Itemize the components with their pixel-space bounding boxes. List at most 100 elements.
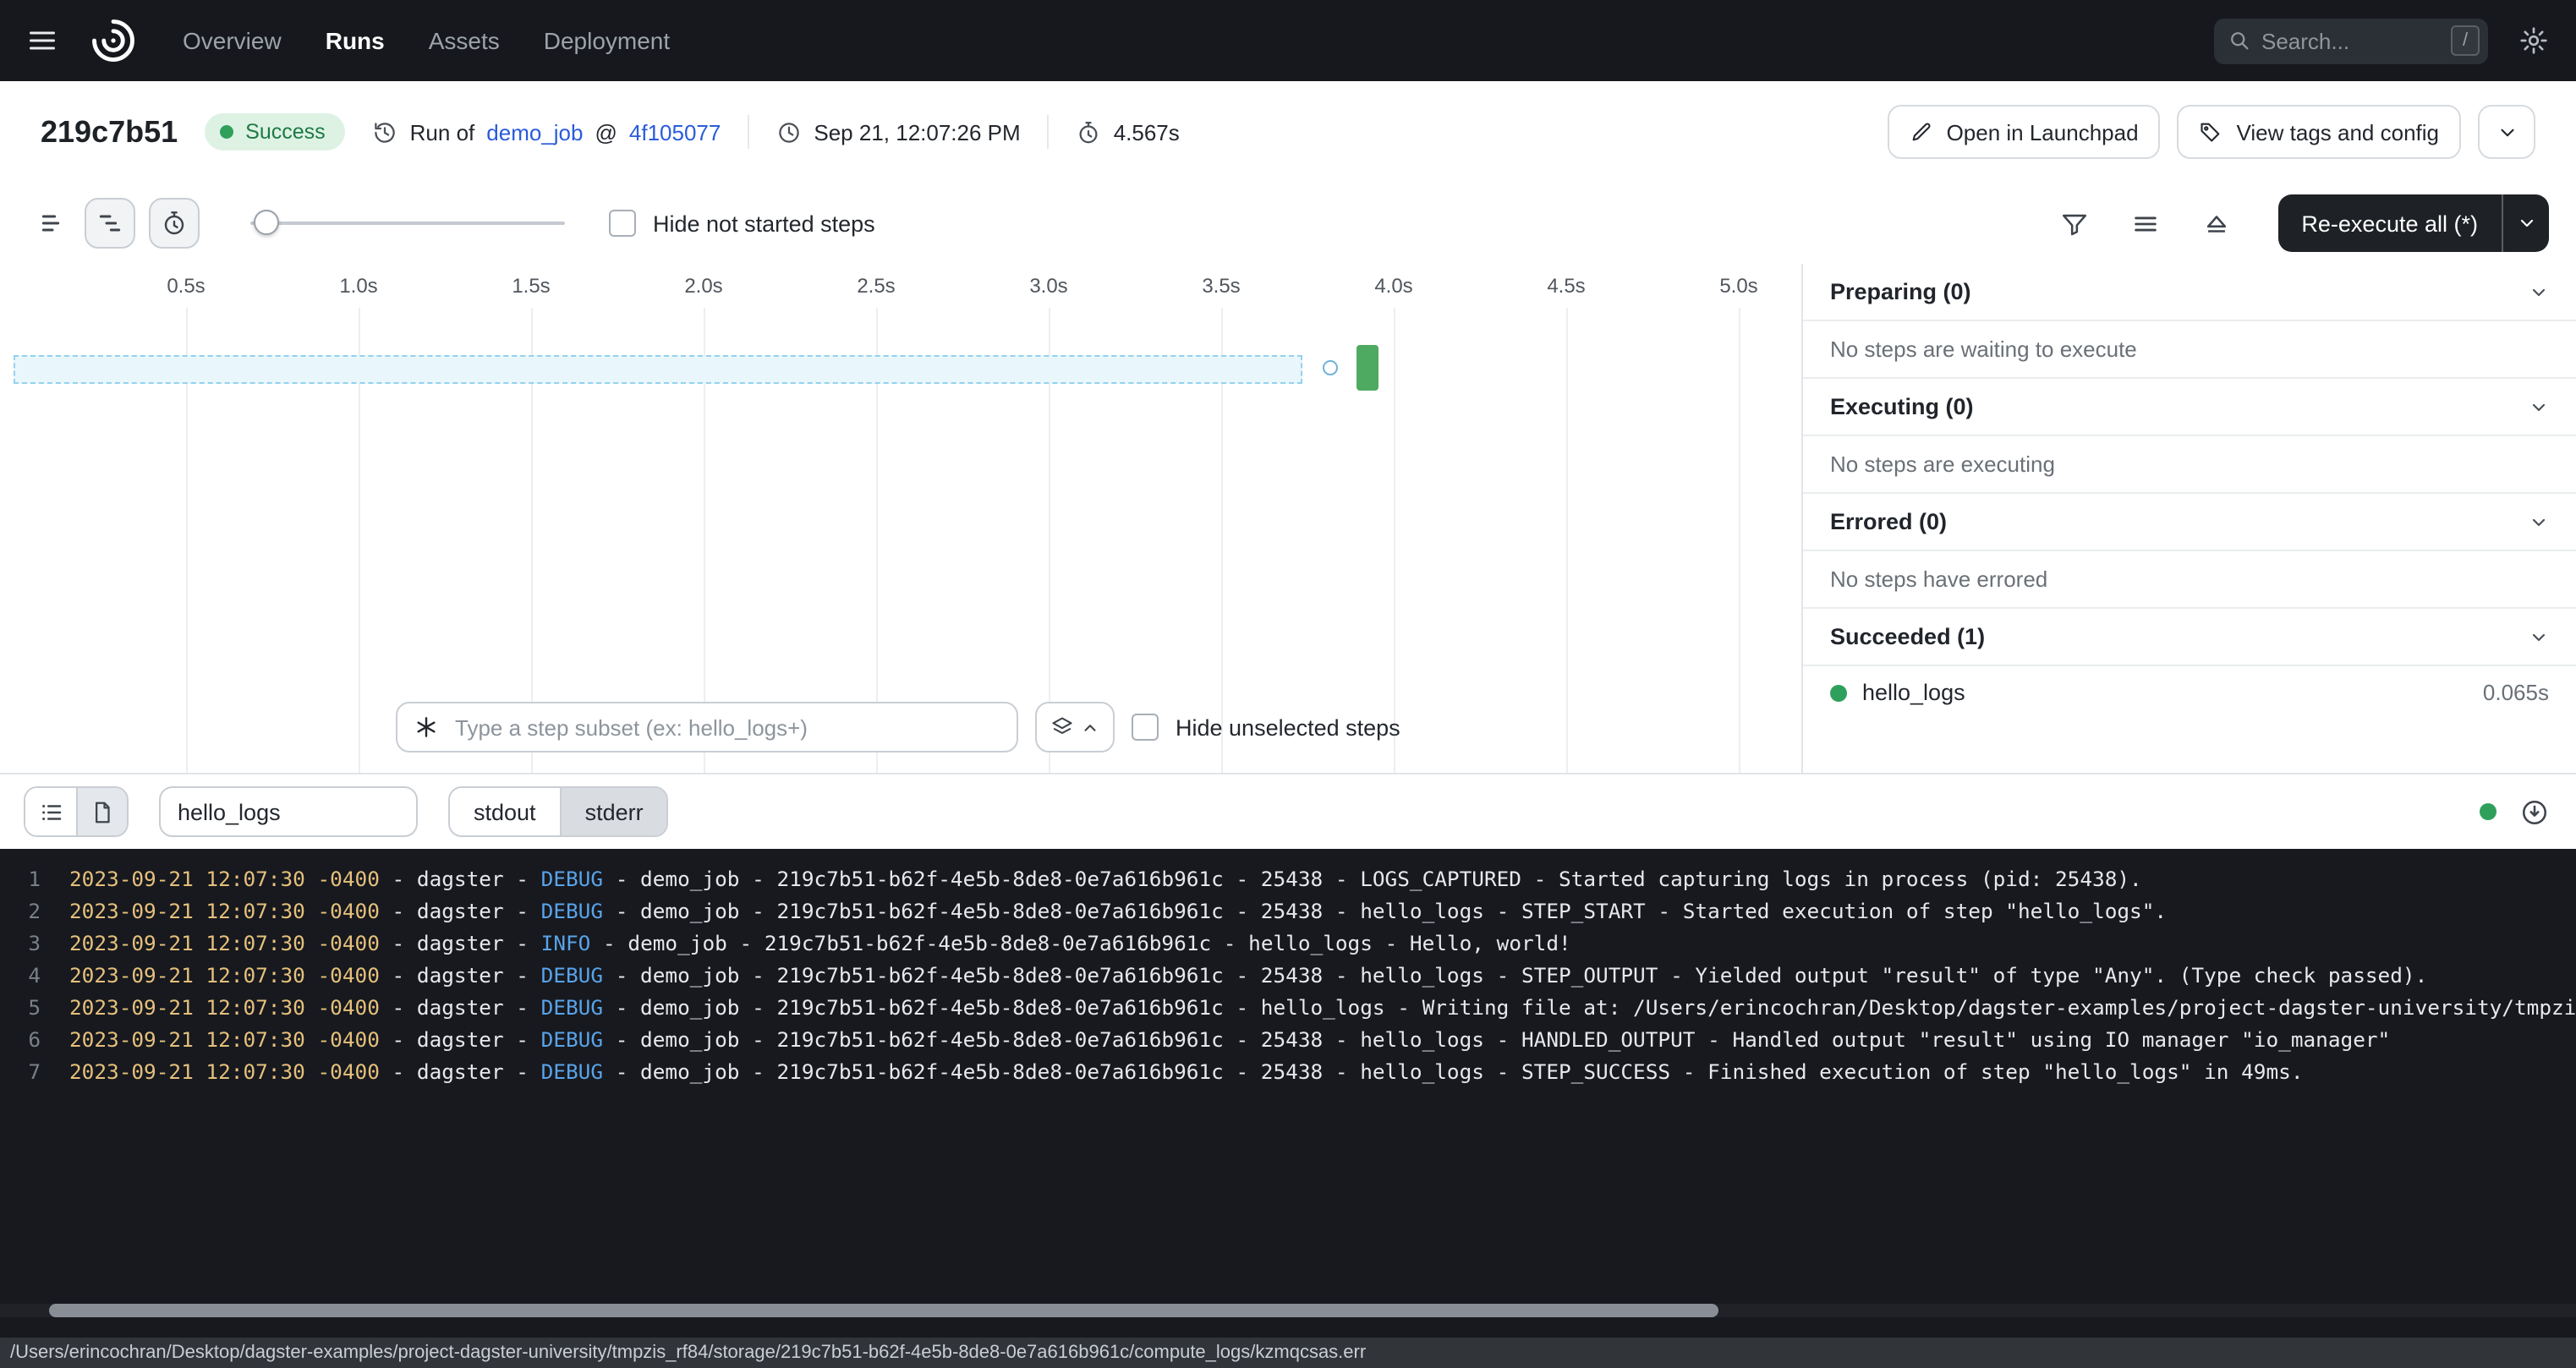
- op-selector-icon: [413, 714, 440, 741]
- app-root: Overview Runs Assets Deployment / 219c7b…: [0, 0, 2576, 1368]
- section-header-executing[interactable]: Executing (0): [1803, 379, 2576, 436]
- run-main: 0.5s1.0s1.5s2.0s2.5s3.0s3.5s4.0s4.5s5.0s: [0, 264, 2576, 774]
- log-line: 22023-09-21 12:07:30 -0400 - dagster - D…: [0, 896, 2576, 928]
- nav-item-runs[interactable]: Runs: [326, 27, 385, 54]
- log-line: 4 2023-09-21 12:07:30 -0400 - dagster - D…: [0, 960, 2576, 993]
- open-in-launchpad-button[interactable]: Open in Launchpad: [1888, 105, 2161, 159]
- log-stream-status-dot: [2480, 803, 2497, 820]
- log-line-number: 2: [0, 896, 41, 928]
- structured-log-view-button[interactable]: [25, 788, 76, 835]
- rows-icon[interactable]: [2122, 200, 2169, 247]
- graph-query-toggle-button[interactable]: [1035, 702, 1115, 752]
- snapshot-id-link[interactable]: 4f105077: [629, 119, 721, 145]
- search-input[interactable]: [2261, 28, 2441, 53]
- step-execution-bar[interactable]: [1357, 345, 1378, 391]
- stdout-tab[interactable]: stdout: [450, 788, 560, 835]
- gantt-toolbar: Hide not started steps Re-execute all (*…: [0, 183, 2576, 264]
- raw-log-output: 1 2023-09-21 12:07:30 -0400 - dagster - D…: [0, 849, 2576, 1338]
- gantt-zoom-slider[interactable]: [250, 210, 565, 237]
- step-name[interactable]: hello_logs: [1862, 680, 1965, 705]
- log-line: 72023-09-21 12:07:30 -0400 - dagster - D…: [0, 1057, 2576, 1089]
- history-icon: [373, 119, 398, 145]
- gantt-waterfall-view-button[interactable]: [85, 198, 135, 249]
- eject-icon[interactable]: [2193, 200, 2240, 247]
- chevron-down-icon: [2496, 121, 2518, 143]
- step-subset-input-wrap: [396, 702, 1018, 752]
- log-line-number: 1: [0, 864, 41, 896]
- chevron-down-icon: [2529, 397, 2549, 417]
- log-horizontal-scrollbar[interactable]: [0, 1304, 2576, 1317]
- log-line-number: 5: [0, 993, 41, 1025]
- chevron-down-icon: [2516, 213, 2536, 233]
- stderr-tab[interactable]: stderr: [560, 788, 667, 835]
- status-badge: Success: [205, 113, 346, 150]
- primary-nav: Overview Runs Assets Deployment: [183, 27, 670, 54]
- chevron-down-icon: [2529, 627, 2549, 647]
- slider-knob[interactable]: [254, 210, 279, 235]
- raw-log-view-button[interactable]: [76, 788, 127, 835]
- view-tags-config-button[interactable]: View tags and config: [2178, 105, 2461, 159]
- divider: [748, 115, 749, 149]
- duration-meta: 4.567s: [1077, 119, 1180, 145]
- axis-tick: 5.0s: [1719, 274, 1757, 298]
- section-empty-preparing: No steps are waiting to execute: [1803, 321, 2576, 379]
- tag-icon: [2200, 120, 2223, 144]
- hide-unselected-checkbox[interactable]: [1132, 714, 1159, 741]
- started-at-meta: Sep 21, 12:07:26 PM: [776, 119, 1020, 145]
- view-tags-config-label: View tags and config: [2237, 119, 2439, 145]
- run-actions-dropdown-button[interactable]: [2478, 105, 2535, 159]
- gantt-flat-view-button[interactable]: [27, 198, 78, 249]
- section-header-succeeded[interactable]: Succeeded (1): [1803, 609, 2576, 666]
- axis-tick: 1.0s: [339, 274, 377, 298]
- layers-icon: [1050, 715, 1074, 739]
- log-step-filter-input[interactable]: [159, 786, 418, 837]
- step-success-dot: [1830, 684, 1847, 701]
- log-line: 1 2023-09-21 12:07:30 -0400 - dagster - D…: [0, 864, 2576, 896]
- axis-tick: 0.5s: [167, 274, 205, 298]
- reexecute-all-button[interactable]: Re-execute all (*): [2277, 194, 2502, 252]
- log-file-path: /Users/erincochran/Desktop/dagster-examp…: [10, 1343, 1366, 1363]
- reexecute-split-button: Re-execute all (*): [2277, 194, 2549, 252]
- nav-item-assets[interactable]: Assets: [429, 27, 500, 54]
- section-title: Succeeded (1): [1830, 624, 1985, 649]
- section-title: Executing (0): [1830, 394, 1974, 419]
- hide-not-started-checkbox[interactable]: [609, 210, 636, 237]
- axis-gridline: [1566, 308, 1568, 773]
- reexecute-dropdown-button[interactable]: [2502, 194, 2549, 252]
- global-search[interactable]: /: [2214, 18, 2488, 63]
- hide-unselected-checkbox-row: Hide unselected steps: [1132, 714, 1400, 741]
- log-toolbar: stdout stderr: [0, 774, 2576, 849]
- hide-not-started-checkbox-row: Hide not started steps: [609, 210, 875, 237]
- log-line-text: 2023-09-21 12:07:30 -0400 - dagster - DE…: [69, 864, 2576, 896]
- axis-tick: 2.0s: [684, 274, 722, 298]
- nav-item-deployment[interactable]: Deployment: [544, 27, 670, 54]
- log-lines: 1 2023-09-21 12:07:30 -0400 - dagster - D…: [0, 849, 2576, 1089]
- log-line-number: 4: [0, 960, 41, 993]
- gear-icon[interactable]: [2518, 25, 2549, 56]
- nav-item-overview[interactable]: Overview: [183, 27, 282, 54]
- stopwatch-icon: [161, 210, 188, 237]
- clock-icon: [776, 119, 802, 145]
- started-at-value: Sep 21, 12:07:26 PM: [814, 119, 1020, 145]
- section-title: Errored (0): [1830, 509, 1947, 534]
- gantt-timing-toggle-button[interactable]: [149, 198, 200, 249]
- status-label: Success: [245, 120, 326, 144]
- at-symbol: @: [595, 119, 617, 145]
- step-marker-dot[interactable]: [1323, 360, 1338, 375]
- search-shortcut-key: /: [2451, 25, 2480, 56]
- section-header-preparing[interactable]: Preparing (0): [1803, 264, 2576, 321]
- step-subset-input[interactable]: [396, 702, 1018, 752]
- section-header-errored[interactable]: Errored (0): [1803, 494, 2576, 551]
- scrollbar-thumb[interactable]: [49, 1304, 1718, 1317]
- job-name-link[interactable]: demo_job: [486, 119, 583, 145]
- slider-track: [250, 222, 565, 225]
- step-waiting-bar[interactable]: [14, 355, 1302, 384]
- log-view-toggle-group: [24, 786, 129, 837]
- hamburger-menu-icon[interactable]: [27, 25, 58, 56]
- open-in-launchpad-label: Open in Launchpad: [1947, 119, 2139, 145]
- filter-icon[interactable]: [2051, 200, 2098, 247]
- succeeded-step-row[interactable]: hello_logs 0.065s: [1803, 666, 2576, 719]
- download-log-icon[interactable]: [2520, 797, 2549, 826]
- dagster-logo-icon[interactable]: [88, 15, 139, 66]
- log-line-text: 2023-09-21 12:07:30 -0400 - dagster - DE…: [69, 960, 2576, 993]
